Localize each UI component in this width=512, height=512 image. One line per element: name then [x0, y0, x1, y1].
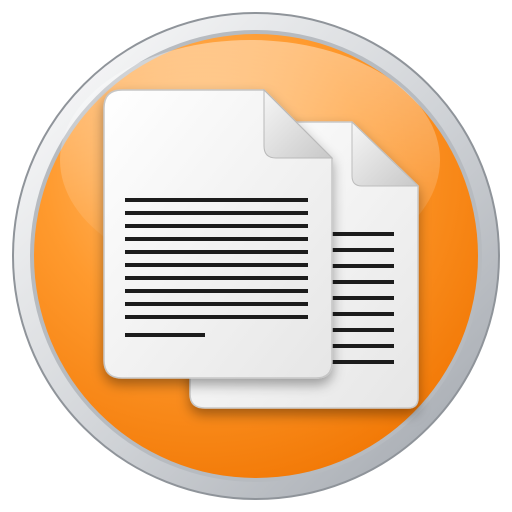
copy-documents-icon [12, 12, 500, 500]
